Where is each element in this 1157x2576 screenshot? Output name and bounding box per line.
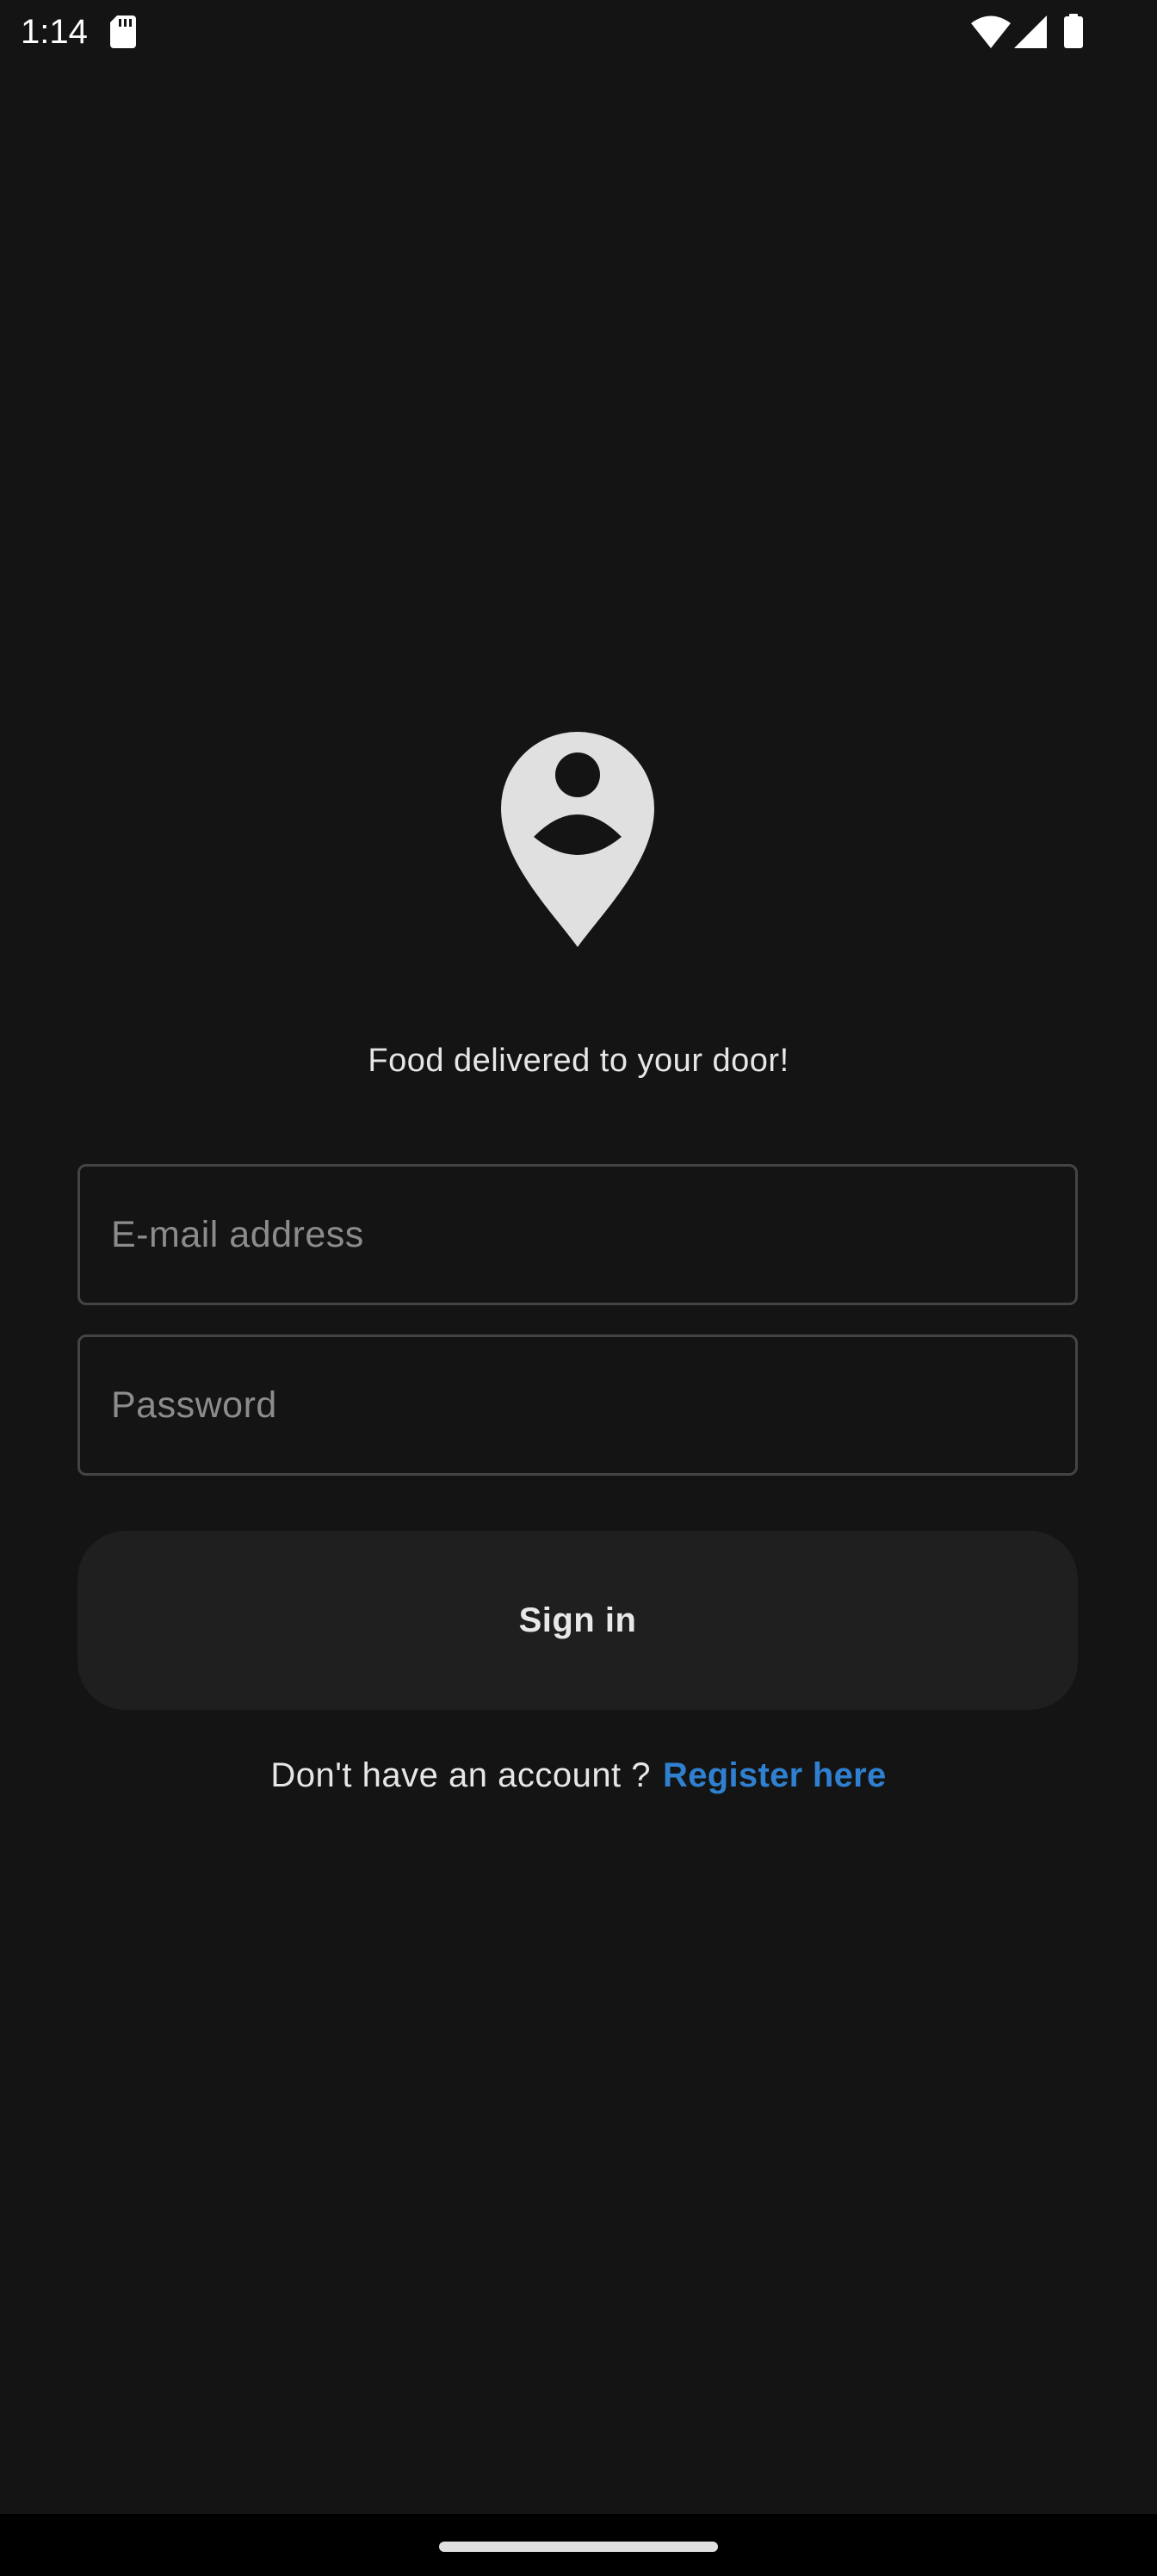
register-prompt: Don't have an account ? bbox=[270, 1756, 652, 1794]
battery-icon bbox=[1064, 14, 1083, 48]
password-input[interactable] bbox=[80, 1337, 1075, 1473]
signal-icon bbox=[1014, 15, 1047, 48]
status-bar: 1:14 bbox=[0, 0, 1157, 64]
email-field[interactable] bbox=[77, 1164, 1078, 1305]
navigation-bar bbox=[0, 2514, 1157, 2576]
wifi-icon bbox=[971, 15, 1011, 48]
login-screen: 1:14 Food delivered to your door! Sig bbox=[0, 0, 1157, 2576]
register-link[interactable]: Register here bbox=[663, 1756, 887, 1794]
email-input[interactable] bbox=[80, 1167, 1075, 1303]
tagline: Food delivered to your door! bbox=[368, 1043, 789, 1079]
location-person-icon bbox=[501, 732, 654, 947]
sd-card-icon bbox=[110, 15, 136, 48]
sign-in-button[interactable]: Sign in bbox=[77, 1531, 1078, 1710]
status-time: 1:14 bbox=[21, 13, 88, 51]
register-row: Don't have an account ? Register here bbox=[0, 1749, 1157, 1801]
home-gesture-handle[interactable] bbox=[439, 2542, 718, 2552]
password-field[interactable] bbox=[77, 1334, 1078, 1476]
